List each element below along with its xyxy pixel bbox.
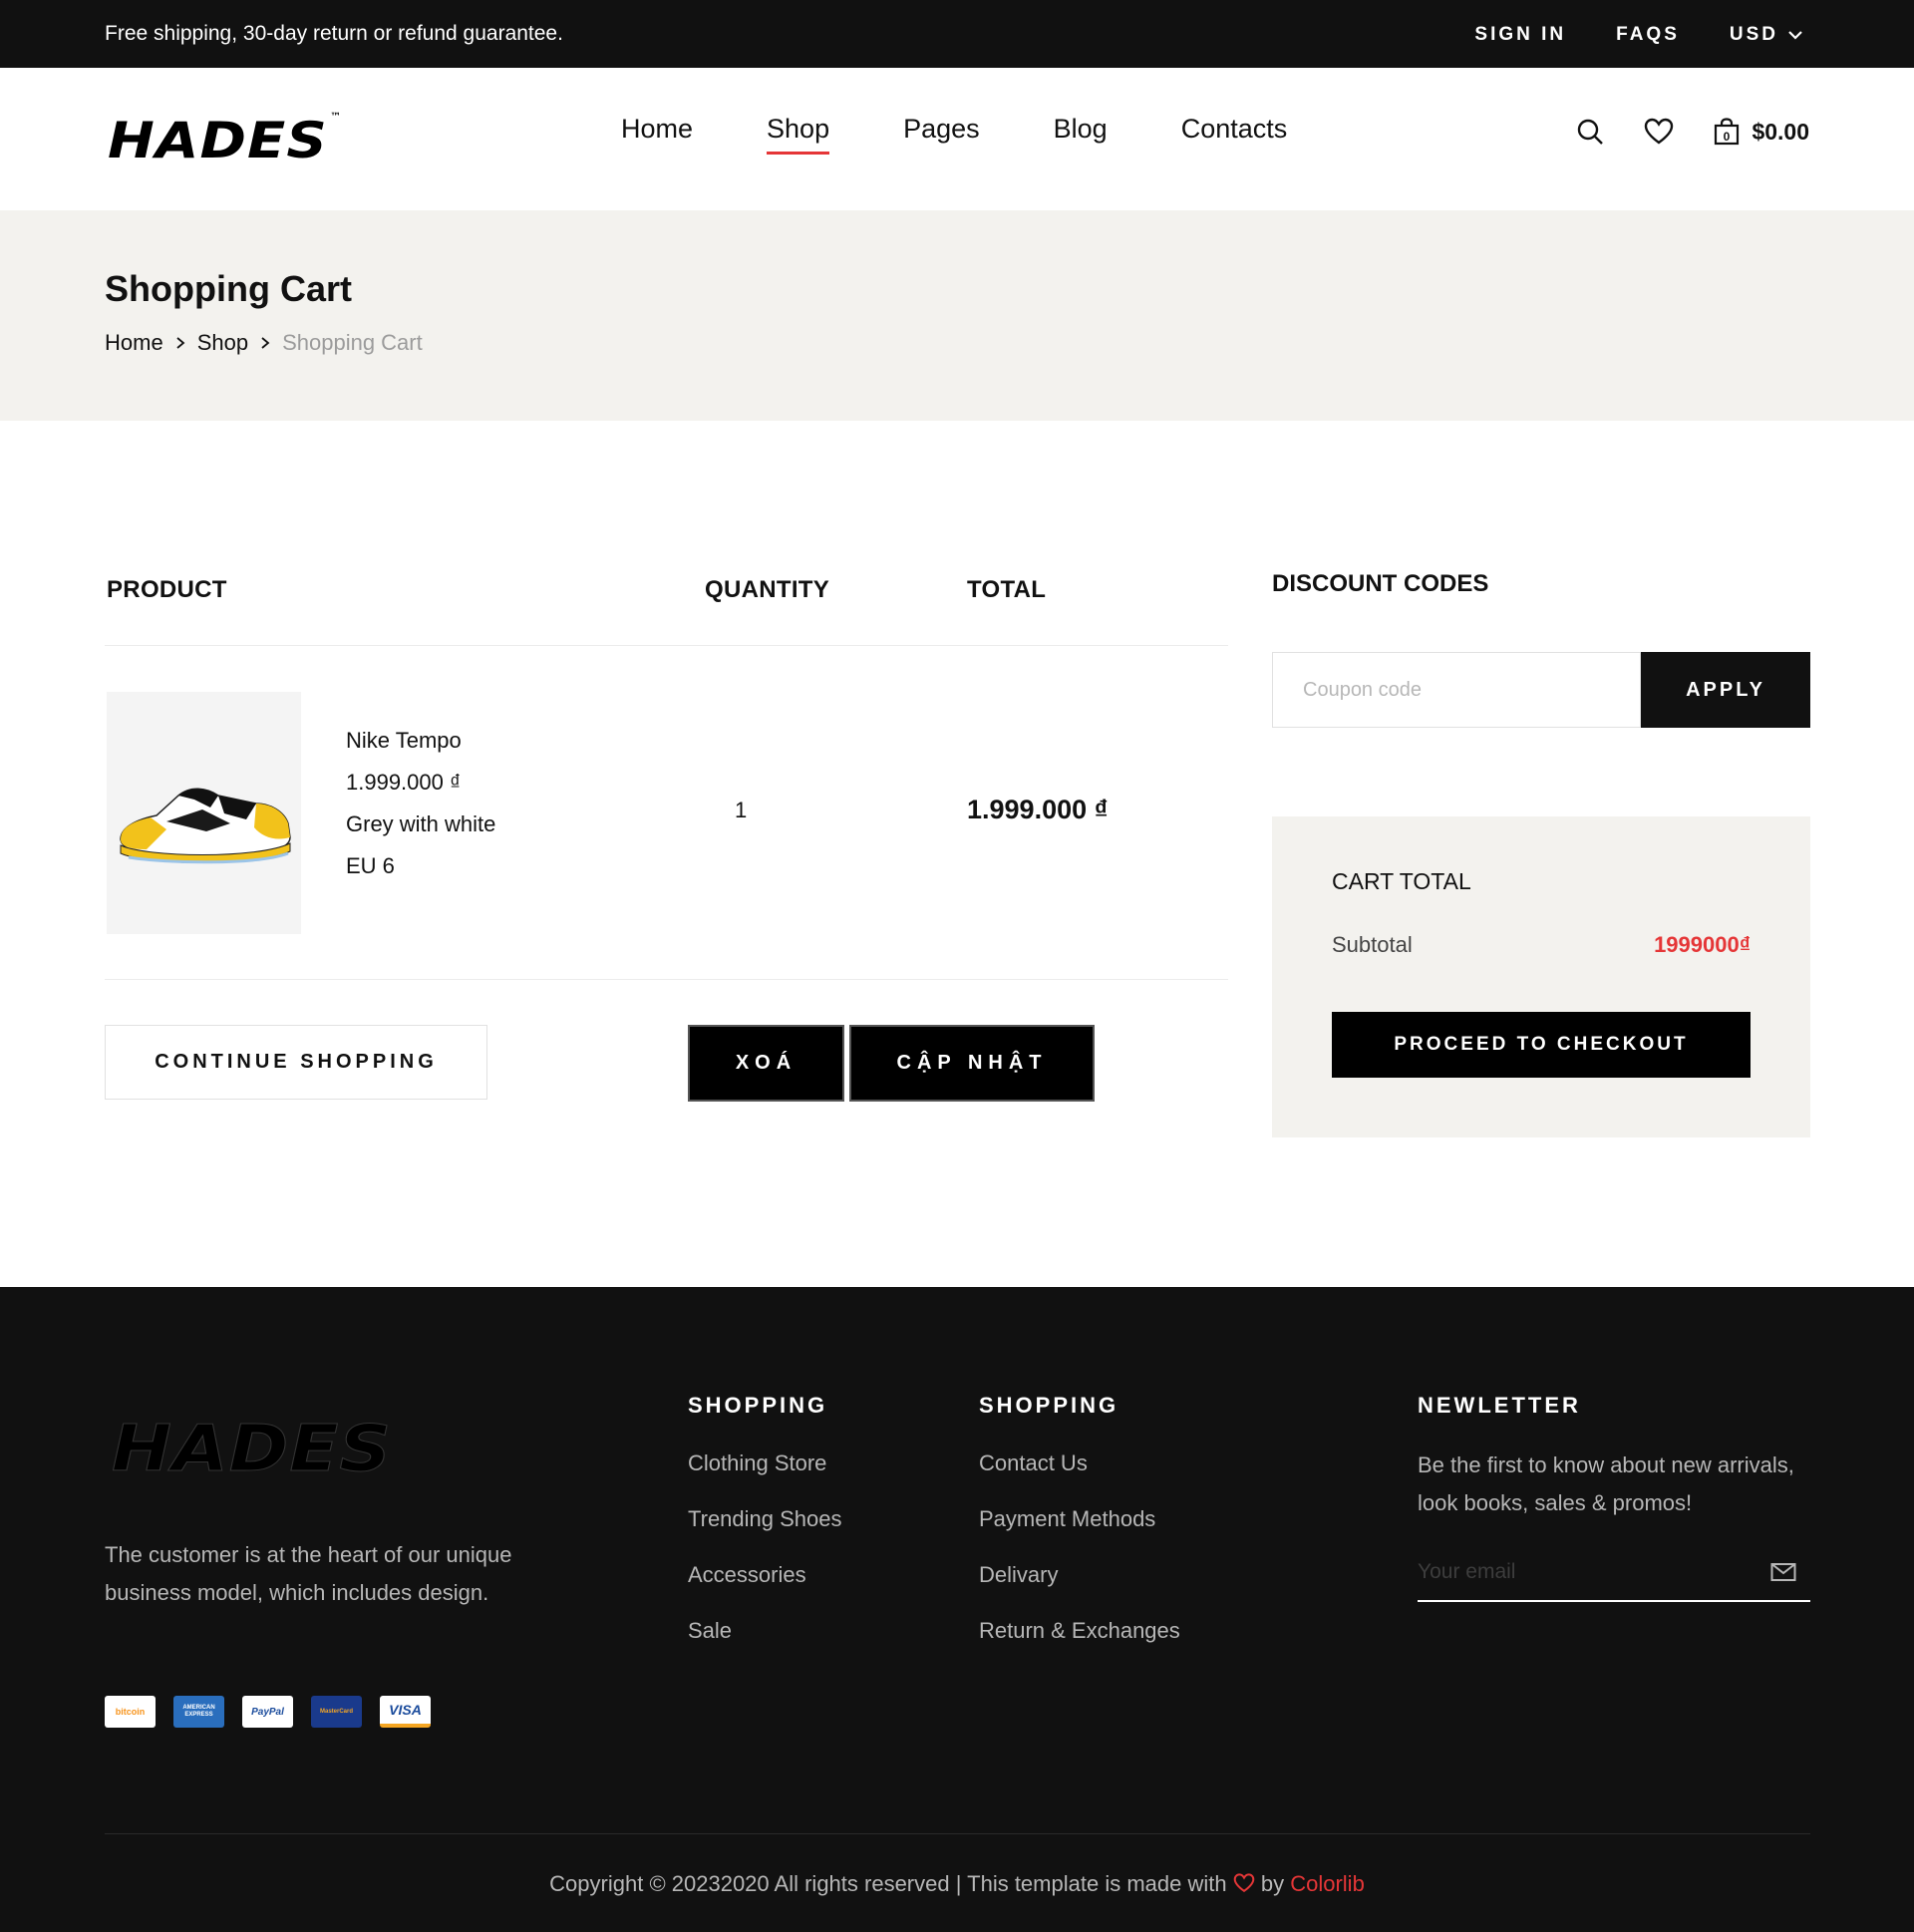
cart-count: 0 [1724,130,1731,144]
currency-label: USD [1729,24,1778,45]
checkout-button[interactable]: PROCEED TO CHECKOUT [1332,1012,1751,1078]
logo-tm: ™ [330,112,343,123]
apply-button[interactable]: APPLY [1641,652,1810,728]
coupon-field[interactable] [1272,652,1641,728]
heart-icon [1233,1873,1255,1893]
footer-link[interactable]: Trending Shoes [688,1506,842,1532]
product-info: Nike Tempo 1.999.000 ₫ Grey with white E… [346,720,495,887]
footer-link[interactable]: Payment Methods [979,1506,1180,1532]
footer-col-title: SHOPPING [688,1393,828,1418]
footer-about: The customer is at the heart of our uniq… [105,1542,512,1605]
paypal-icon: PayPal [242,1696,293,1728]
continue-shopping-button[interactable]: CONTINUE SHOPPING [105,1025,487,1100]
header-total: TOTAL [967,576,1047,603]
subtotal-label: Subtotal [1332,932,1413,957]
footer-link[interactable]: Accessories [688,1562,842,1588]
chevron-right-icon [261,337,270,349]
header-icons: 0 $0.00 [1576,118,1809,146]
footer-link[interactable]: Return & Exchanges [979,1618,1180,1644]
nav-contacts[interactable]: Contacts [1181,114,1288,155]
quantity-value[interactable]: 1 [735,798,747,823]
nav-shop[interactable]: Shop [767,114,830,155]
page-title: Shopping Cart [105,268,352,309]
colorlib-link[interactable]: Colorlib [1290,1871,1365,1896]
breadcrumb-shop[interactable]: Shop [197,330,248,356]
currency-select[interactable]: USD [1730,24,1802,46]
footer-col-shopping-2: SHOPPING Contact Us Payment Methods Deli… [979,1393,1180,1674]
product-color: Grey with white [346,811,496,836]
sign-in-link[interactable]: SIGN IN [1474,24,1566,46]
footer-col-shopping-1: SHOPPING Clothing Store Trending Shoes A… [688,1393,842,1674]
header-product: PRODUCT [107,576,227,603]
divider [105,979,1228,980]
header-quantity: QUANTITY [705,576,830,603]
copyright-text: Copyright © 20232020 All rights reserved… [549,1871,1227,1896]
cart-total-title: CART TOTAL [1332,868,1471,894]
nav-home[interactable]: Home [621,114,693,155]
payment-methods: bitcoin AMERICAN EXPRESS PayPal MasterCa… [105,1696,431,1728]
email-input[interactable] [1418,1552,1747,1592]
product-size: EU 6 [346,853,395,878]
breadcrumb-section: Shopping Cart Home Shop Shopping Cart [0,210,1914,421]
breadcrumb-home[interactable]: Home [105,330,163,356]
copyright: Copyright © 20232020 All rights reserved… [0,1871,1914,1897]
mastercard-icon: MasterCard [311,1696,362,1728]
footer-link[interactable]: Sale [688,1618,842,1644]
coupon-input[interactable] [1273,653,1640,727]
sneaker-image [120,788,291,864]
footer-col-title: SHOPPING [979,1393,1119,1418]
cart-amount: $0.00 [1752,118,1809,145]
top-bar: Free shipping, 30-day return or refund g… [0,0,1914,68]
logo[interactable]: HADES ™ [108,112,342,169]
envelope-icon[interactable] [1770,1562,1796,1582]
delete-button[interactable]: XOÁ [688,1025,844,1102]
nav-pages[interactable]: Pages [903,114,980,155]
breadcrumb: Home Shop Shopping Cart [105,330,423,356]
breadcrumb-current: Shopping Cart [282,330,423,355]
nav-blog[interactable]: Blog [1054,114,1108,155]
newsletter-form [1418,1552,1810,1602]
subtotal-value: 1999000₫ [1654,932,1751,957]
product-price: 1.999.000 ₫ [346,770,462,795]
cart-button[interactable]: 0 $0.00 [1714,118,1809,146]
top-links: SIGN IN FAQS USD [1474,24,1802,46]
footer-logo[interactable]: HADES [111,1413,392,1487]
heart-icon[interactable] [1644,118,1674,146]
copyright-by: by [1260,1871,1285,1896]
shopping-bag-icon: 0 [1715,118,1740,146]
footer-link[interactable]: Contact Us [979,1450,1180,1476]
product-name[interactable]: Nike Tempo [346,720,495,762]
site-header: HADES ™ Home Shop Pages Blog Contacts 0 $… [0,68,1914,210]
search-icon[interactable] [1576,118,1604,146]
bitcoin-icon: bitcoin [105,1696,156,1728]
main-nav: Home Shop Pages Blog Contacts [621,114,1287,155]
newsletter-title: NEWLETTER [1418,1393,1581,1418]
newsletter-text: Be the first to know about new arrivals,… [1418,1452,1794,1515]
cart-total-box: CART TOTAL Subtotal 1999000₫ PROCEED TO … [1272,816,1810,1137]
logo-text: HADES [108,112,328,169]
update-button[interactable]: CẬP NHẬT [849,1025,1095,1102]
divider [105,645,1228,646]
footer-link[interactable]: Clothing Store [688,1450,842,1476]
product-image[interactable] [107,692,301,934]
chevron-right-icon [176,337,185,349]
visa-icon: VISA [380,1696,431,1728]
amex-icon: AMERICAN EXPRESS [173,1696,224,1728]
item-total: 1.999.000 ₫ [967,795,1109,824]
site-footer: HADES The customer is at the heart of ou… [0,1287,1914,1932]
footer-link[interactable]: Delivary [979,1562,1180,1588]
footer-col-newsletter: NEWLETTER [1418,1393,1581,1450]
faqs-link[interactable]: FAQS [1616,24,1680,46]
chevron-down-icon [1788,31,1802,40]
shipping-notice: Free shipping, 30-day return or refund g… [105,22,563,45]
discount-title: DISCOUNT CODES [1272,570,1489,597]
footer-divider [105,1833,1810,1834]
